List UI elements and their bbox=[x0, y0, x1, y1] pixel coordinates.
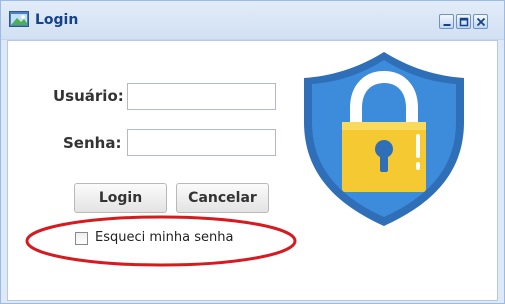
close-button[interactable] bbox=[473, 14, 488, 29]
user-label: Usuário: bbox=[53, 87, 124, 105]
forgot-password-checkbox[interactable] bbox=[75, 232, 88, 245]
cancel-button[interactable]: Cancelar bbox=[176, 183, 269, 213]
user-input[interactable] bbox=[127, 83, 276, 110]
window-titlebar[interactable]: Login bbox=[1, 1, 504, 40]
security-shield-lock-icon bbox=[304, 52, 464, 226]
close-icon bbox=[476, 17, 486, 27]
maximize-icon bbox=[459, 17, 469, 27]
forgot-password-label[interactable]: Esqueci minha senha bbox=[95, 230, 233, 245]
password-label: Senha: bbox=[63, 134, 122, 152]
minimize-button[interactable] bbox=[439, 14, 454, 29]
window-title: Login bbox=[35, 12, 79, 28]
minimize-icon bbox=[443, 24, 451, 26]
password-input[interactable] bbox=[127, 129, 276, 156]
app-window-icon bbox=[9, 11, 29, 27]
maximize-button[interactable] bbox=[456, 14, 471, 29]
login-button[interactable]: Login bbox=[74, 183, 167, 213]
